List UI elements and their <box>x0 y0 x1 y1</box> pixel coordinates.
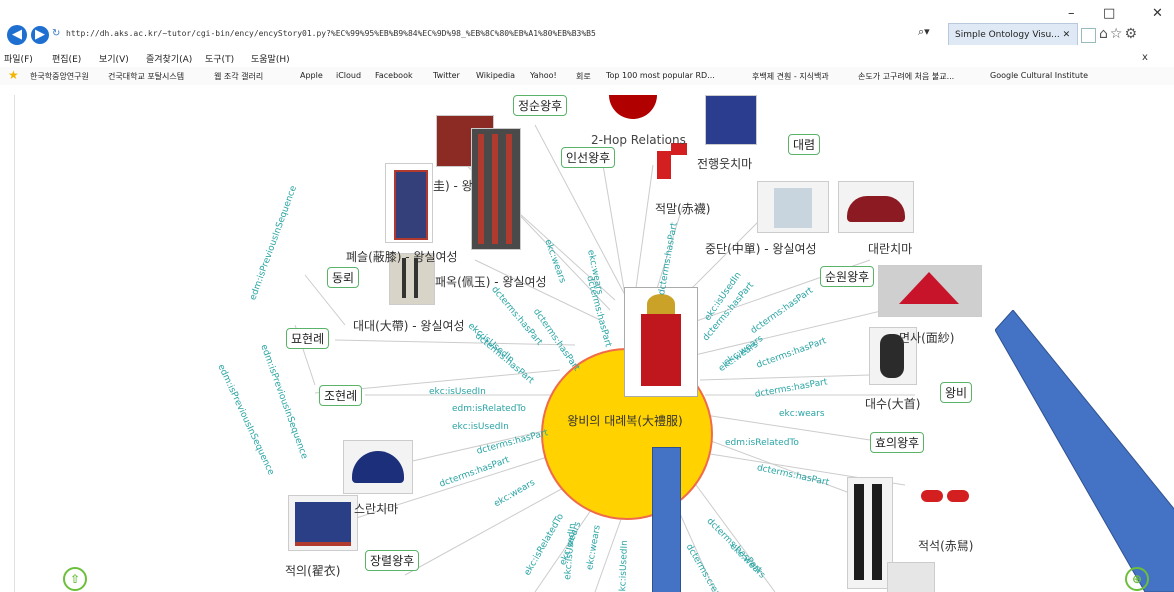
thumbnail-image[interactable] <box>705 95 757 145</box>
fav-link[interactable]: Facebook <box>375 71 413 80</box>
thumbnail-image[interactable] <box>471 128 521 250</box>
fav-link[interactable]: Twitter <box>433 71 460 80</box>
menu-bar: 파일(F) 편집(E) 보기(V) 즐겨찾기(A) 도구(T) 도움말(H) <box>0 50 1174 66</box>
browser-window: ◀ ▶ ↻ http://dh.aks.ac.kr/~tutor/cgi-bin… <box>0 0 1174 592</box>
node-jangryeol[interactable]: 장렬왕후 <box>365 550 420 571</box>
minimize-button[interactable]: – <box>1068 6 1075 21</box>
title-bar: ◀ ▶ ↻ http://dh.aks.ac.kr/~tutor/cgi-bin… <box>0 0 1174 63</box>
fav-link[interactable]: 한국학중앙연구원 <box>30 71 89 82</box>
thumbnail-image[interactable] <box>655 143 689 183</box>
menu-edit[interactable]: 편집(E) <box>52 52 81 65</box>
node-jeokui[interactable]: 적의(翟衣) <box>285 562 340 579</box>
toolbar-icons[interactable]: ⌂☆⚙ <box>1099 26 1139 42</box>
fav-link[interactable]: 웹 조각 갤러리 <box>214 71 263 82</box>
fav-link[interactable]: 손도가 고구려에 처음 불교... <box>858 71 954 82</box>
menu-tools[interactable]: 도구(T) <box>205 52 234 65</box>
edge-label: edm:isRelatedTo <box>452 404 526 414</box>
annotation-arrow-vertical <box>652 447 681 592</box>
node-jeongsun[interactable]: 정순왕후 <box>513 95 568 116</box>
node-hyoui[interactable]: 효의왕후 <box>870 432 925 453</box>
node-myohyeonrye[interactable]: 묘현례 <box>286 328 330 349</box>
search-icon[interactable]: ⌕▾ <box>918 25 936 43</box>
menu-view[interactable]: 보기(V) <box>99 52 129 65</box>
close-button[interactable]: ✕ <box>1152 6 1163 21</box>
fav-link[interactable]: iCloud <box>336 71 361 80</box>
node-seuranchima[interactable]: 스란치마 <box>354 500 398 517</box>
node-paeok[interactable]: 패옥(佩玉) - 왕실여성 <box>435 273 547 290</box>
thumbnail-image[interactable] <box>878 265 982 317</box>
node-jeokmal[interactable]: 적말(赤襪) <box>655 200 710 217</box>
thumbnail-image[interactable] <box>288 495 358 551</box>
menu-file[interactable]: 파일(F) <box>4 52 33 65</box>
graph-canvas[interactable]: 왕비의 대례복(大禮服) 2-Hop Relations 정순왕후 인선왕후 대… <box>14 95 1174 592</box>
back-button[interactable]: ◀ <box>7 25 27 45</box>
zoom-in-icon[interactable]: ⇧ <box>63 567 87 591</box>
node-myeonsa[interactable]: 면사(面紗) <box>899 329 954 346</box>
edge-label: ekc:isUsedIn <box>618 540 630 592</box>
fav-link[interactable]: Top 100 most popular RD... <box>606 71 715 80</box>
node-dongroe[interactable]: 동뢰 <box>327 267 360 288</box>
thumbnail-image[interactable] <box>887 562 935 592</box>
thumbnail-image[interactable] <box>917 472 977 516</box>
fit-view-icon[interactable]: ⊕ <box>1125 567 1149 591</box>
node-jungdan[interactable]: 중단(中單) - 왕실여성 <box>705 240 817 257</box>
forward-button[interactable]: ▶ <box>31 26 49 44</box>
node-gyu[interactable]: 圭) - 왕 <box>433 177 473 194</box>
browser-tab[interactable]: Simple Ontology Visu... ✕ <box>948 23 1078 45</box>
edge-label: ekc:isUsedIn <box>452 422 509 432</box>
node-daesu[interactable]: 대수(大首) <box>865 395 920 412</box>
thumbnail-image[interactable] <box>838 181 914 233</box>
annotation-arrow-diagonal <box>995 310 1174 592</box>
node-daeranchima[interactable]: 대란치마 <box>868 240 912 257</box>
refresh-icon[interactable]: ↻ <box>52 28 60 39</box>
node-daeryeom[interactable]: 대렴 <box>788 134 821 155</box>
new-tab-button[interactable] <box>1081 28 1096 43</box>
fav-link[interactable]: Wikipedia <box>476 71 515 80</box>
edge-label: ekc:wears <box>779 409 825 419</box>
center-node-label: 왕비의 대례복(大禮服) <box>567 414 683 428</box>
address-bar[interactable]: http://dh.aks.ac.kr/~tutor/cgi-bin/ency/… <box>66 29 846 43</box>
favorites-star-icon[interactable]: ★ <box>8 68 19 82</box>
fav-link[interactable]: Apple <box>300 71 323 80</box>
node-pyeseul[interactable]: 폐슬(蔽膝) - 왕실여성 <box>346 248 458 265</box>
menu-favorites[interactable]: 즐겨찾기(A) <box>146 52 192 65</box>
node-jeokseok[interactable]: 적석(赤舃) <box>918 537 973 554</box>
center-thumbnail[interactable] <box>624 287 698 397</box>
favorites-bar: ★ 한국학중앙연구원 건국대학교 포탈시스템 웹 조각 갤러리 Apple iC… <box>0 67 1174 85</box>
edge-label: ekc:isUsedIn <box>429 387 486 397</box>
node-daedae[interactable]: 대대(大帶) - 왕실여성 <box>353 317 465 334</box>
node-johyeonrye[interactable]: 조현례 <box>319 385 363 406</box>
tab-title: Simple Ontology Visu... <box>955 30 1060 40</box>
thumbnail-image[interactable] <box>385 163 433 243</box>
node-inseon[interactable]: 인선왕후 <box>561 147 616 168</box>
fav-link[interactable]: 회로 <box>576 71 591 82</box>
overlay-title: 2-Hop Relations <box>591 133 686 147</box>
fav-link[interactable]: 후백제 견훤 - 지식백과 <box>752 71 829 82</box>
thumbnail-image[interactable] <box>757 181 829 233</box>
fav-link[interactable]: 건국대학교 포탈시스템 <box>108 71 184 82</box>
node-jeonhaeng-utchima[interactable]: 전행웃치마 <box>697 155 752 172</box>
thumbnail-image[interactable] <box>343 440 413 494</box>
fav-link[interactable]: Yahoo! <box>530 71 557 80</box>
node-sunwon[interactable]: 순원왕후 <box>820 266 875 287</box>
menu-help[interactable]: 도움말(H) <box>251 52 290 65</box>
edge-label: edm:isRelatedTo <box>725 438 799 448</box>
node-wangbi[interactable]: 왕비 <box>940 382 973 403</box>
maximize-button[interactable]: □ <box>1103 6 1115 21</box>
fav-link[interactable]: Google Cultural Institute <box>990 71 1088 80</box>
